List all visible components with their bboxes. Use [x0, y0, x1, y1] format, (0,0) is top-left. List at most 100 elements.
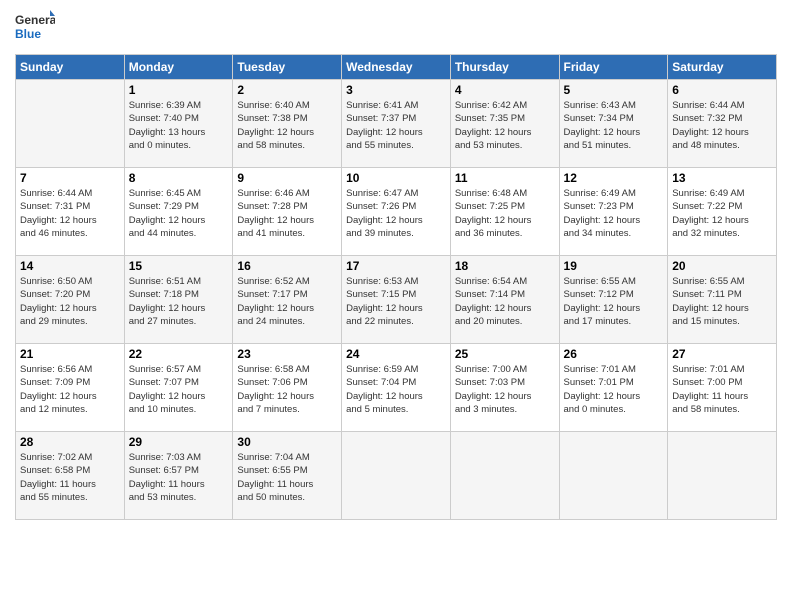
cell-w1-d7: 6 Sunrise: 6:44 AMSunset: 7:32 PMDaylight… [668, 80, 777, 168]
day-info: Sunrise: 6:49 AMSunset: 7:23 PMDaylight:… [564, 187, 664, 240]
header: General Blue [15, 10, 777, 46]
day-number: 29 [129, 435, 229, 449]
cell-w5-d5 [450, 432, 559, 520]
day-number: 20 [672, 259, 772, 273]
cell-w5-d3: 30 Sunrise: 7:04 AMSunset: 6:55 PMDayligh… [233, 432, 342, 520]
day-info: Sunrise: 6:55 AMSunset: 7:11 PMDaylight:… [672, 275, 772, 328]
day-number: 2 [237, 83, 337, 97]
day-info: Sunrise: 6:59 AMSunset: 7:04 PMDaylight:… [346, 363, 446, 416]
cell-w5-d6 [559, 432, 668, 520]
day-number: 13 [672, 171, 772, 185]
svg-text:General: General [15, 13, 55, 27]
cell-w4-d4: 24 Sunrise: 6:59 AMSunset: 7:04 PMDayligh… [342, 344, 451, 432]
cell-w1-d2: 1 Sunrise: 6:39 AMSunset: 7:40 PMDaylight… [124, 80, 233, 168]
header-monday: Monday [124, 55, 233, 80]
day-number: 23 [237, 347, 337, 361]
cell-w4-d6: 26 Sunrise: 7:01 AMSunset: 7:01 PMDayligh… [559, 344, 668, 432]
day-info: Sunrise: 6:46 AMSunset: 7:28 PMDaylight:… [237, 187, 337, 240]
day-number: 10 [346, 171, 446, 185]
day-number: 8 [129, 171, 229, 185]
day-info: Sunrise: 6:51 AMSunset: 7:18 PMDaylight:… [129, 275, 229, 328]
day-info: Sunrise: 6:50 AMSunset: 7:20 PMDaylight:… [20, 275, 120, 328]
logo-svg: General Blue [15, 10, 55, 46]
day-number: 25 [455, 347, 555, 361]
cell-w2-d6: 12 Sunrise: 6:49 AMSunset: 7:23 PMDayligh… [559, 168, 668, 256]
cell-w1-d3: 2Sunrise: 6:40 AMSunset: 7:38 PMDaylight… [233, 80, 342, 168]
cell-w1-d6: 5 Sunrise: 6:43 AMSunset: 7:34 PMDaylight… [559, 80, 668, 168]
day-info: Sunrise: 6:45 AMSunset: 7:29 PMDaylight:… [129, 187, 229, 240]
cell-w2-d1: 7Sunrise: 6:44 AMSunset: 7:31 PMDaylight… [16, 168, 125, 256]
day-info: Sunrise: 7:01 AMSunset: 7:01 PMDaylight:… [564, 363, 664, 416]
day-number: 3 [346, 83, 446, 97]
cell-w1-d1 [16, 80, 125, 168]
day-info: Sunrise: 7:04 AMSunset: 6:55 PMDaylight:… [237, 451, 337, 504]
cell-w3-d3: 16Sunrise: 6:52 AMSunset: 7:17 PMDayligh… [233, 256, 342, 344]
cell-w4-d2: 22 Sunrise: 6:57 AMSunset: 7:07 PMDayligh… [124, 344, 233, 432]
page-container: General Blue SundayMondayTuesdayWednesda… [0, 0, 792, 530]
day-info: Sunrise: 7:01 AMSunset: 7:00 PMDaylight:… [672, 363, 772, 416]
day-info: Sunrise: 6:41 AMSunset: 7:37 PMDaylight:… [346, 99, 446, 152]
day-info: Sunrise: 7:02 AMSunset: 6:58 PMDaylight:… [20, 451, 120, 504]
cell-w2-d7: 13 Sunrise: 6:49 AMSunset: 7:22 PMDayligh… [668, 168, 777, 256]
day-info: Sunrise: 6:55 AMSunset: 7:12 PMDaylight:… [564, 275, 664, 328]
header-friday: Friday [559, 55, 668, 80]
day-number: 24 [346, 347, 446, 361]
day-info: Sunrise: 6:49 AMSunset: 7:22 PMDaylight:… [672, 187, 772, 240]
day-number: 6 [672, 83, 772, 97]
week-row-5: 28 Sunrise: 7:02 AMSunset: 6:58 PMDayligh… [16, 432, 777, 520]
cell-w2-d2: 8 Sunrise: 6:45 AMSunset: 7:29 PMDaylight… [124, 168, 233, 256]
day-number: 11 [455, 171, 555, 185]
header-tuesday: Tuesday [233, 55, 342, 80]
cell-w2-d5: 11 Sunrise: 6:48 AMSunset: 7:25 PMDayligh… [450, 168, 559, 256]
day-info: Sunrise: 6:56 AMSunset: 7:09 PMDaylight:… [20, 363, 120, 416]
cell-w2-d3: 9 Sunrise: 6:46 AMSunset: 7:28 PMDaylight… [233, 168, 342, 256]
day-info: Sunrise: 6:44 AMSunset: 7:32 PMDaylight:… [672, 99, 772, 152]
svg-text:Blue: Blue [15, 27, 41, 41]
day-number: 19 [564, 259, 664, 273]
calendar-table: SundayMondayTuesdayWednesdayThursdayFrid… [15, 54, 777, 520]
cell-w4-d5: 25 Sunrise: 7:00 AMSunset: 7:03 PMDayligh… [450, 344, 559, 432]
day-info: Sunrise: 6:47 AMSunset: 7:26 PMDaylight:… [346, 187, 446, 240]
day-number: 18 [455, 259, 555, 273]
day-number: 28 [20, 435, 120, 449]
cell-w5-d4 [342, 432, 451, 520]
cell-w4-d1: 21 Sunrise: 6:56 AMSunset: 7:09 PMDayligh… [16, 344, 125, 432]
cell-w5-d1: 28 Sunrise: 7:02 AMSunset: 6:58 PMDayligh… [16, 432, 125, 520]
cell-w3-d5: 18 Sunrise: 6:54 AMSunset: 7:14 PMDayligh… [450, 256, 559, 344]
day-number: 27 [672, 347, 772, 361]
day-info: Sunrise: 6:58 AMSunset: 7:06 PMDaylight:… [237, 363, 337, 416]
cell-w5-d2: 29Sunrise: 7:03 AMSunset: 6:57 PMDayligh… [124, 432, 233, 520]
cell-w2-d4: 10 Sunrise: 6:47 AMSunset: 7:26 PMDayligh… [342, 168, 451, 256]
day-number: 26 [564, 347, 664, 361]
header-thursday: Thursday [450, 55, 559, 80]
day-number: 14 [20, 259, 120, 273]
day-info: Sunrise: 6:42 AMSunset: 7:35 PMDaylight:… [455, 99, 555, 152]
day-number: 4 [455, 83, 555, 97]
day-number: 5 [564, 83, 664, 97]
day-info: Sunrise: 7:00 AMSunset: 7:03 PMDaylight:… [455, 363, 555, 416]
cell-w4-d7: 27 Sunrise: 7:01 AMSunset: 7:00 PMDayligh… [668, 344, 777, 432]
logo: General Blue [15, 10, 55, 46]
day-info: Sunrise: 6:53 AMSunset: 7:15 PMDaylight:… [346, 275, 446, 328]
header-row: SundayMondayTuesdayWednesdayThursdayFrid… [16, 55, 777, 80]
day-number: 22 [129, 347, 229, 361]
cell-w3-d6: 19 Sunrise: 6:55 AMSunset: 7:12 PMDayligh… [559, 256, 668, 344]
header-saturday: Saturday [668, 55, 777, 80]
day-info: Sunrise: 6:48 AMSunset: 7:25 PMDaylight:… [455, 187, 555, 240]
cell-w3-d4: 17Sunrise: 6:53 AMSunset: 7:15 PMDayligh… [342, 256, 451, 344]
day-info: Sunrise: 6:57 AMSunset: 7:07 PMDaylight:… [129, 363, 229, 416]
day-info: Sunrise: 6:54 AMSunset: 7:14 PMDaylight:… [455, 275, 555, 328]
day-number: 1 [129, 83, 229, 97]
week-row-2: 7Sunrise: 6:44 AMSunset: 7:31 PMDaylight… [16, 168, 777, 256]
day-number: 30 [237, 435, 337, 449]
week-row-3: 14 Sunrise: 6:50 AMSunset: 7:20 PMDayligh… [16, 256, 777, 344]
day-info: Sunrise: 6:39 AMSunset: 7:40 PMDaylight:… [129, 99, 229, 152]
day-number: 21 [20, 347, 120, 361]
cell-w1-d5: 4 Sunrise: 6:42 AMSunset: 7:35 PMDaylight… [450, 80, 559, 168]
day-info: Sunrise: 6:43 AMSunset: 7:34 PMDaylight:… [564, 99, 664, 152]
cell-w4-d3: 23 Sunrise: 6:58 AMSunset: 7:06 PMDayligh… [233, 344, 342, 432]
header-sunday: Sunday [16, 55, 125, 80]
day-number: 9 [237, 171, 337, 185]
day-number: 12 [564, 171, 664, 185]
day-number: 7 [20, 171, 120, 185]
